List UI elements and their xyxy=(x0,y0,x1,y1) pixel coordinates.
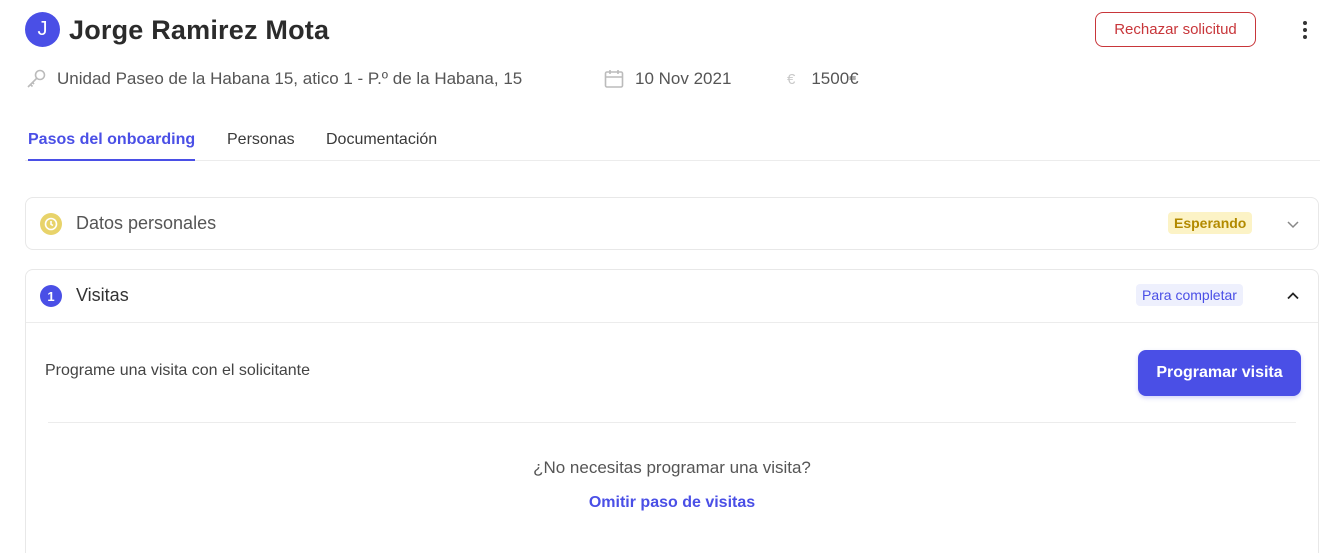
applicant-name: Jorge Ramirez Mota xyxy=(69,15,330,45)
euro-icon: € xyxy=(787,70,796,88)
step-number-badge: 1 xyxy=(40,285,62,307)
skip-visits-container: Omitir paso de visitas xyxy=(26,494,1318,512)
step-card-visits: 1 Visitas Para completar Programe una vi… xyxy=(25,269,1319,553)
step-title: Datos personales xyxy=(76,213,217,233)
chevron-down-icon[interactable] xyxy=(1284,215,1302,233)
divider xyxy=(48,422,1296,423)
step-card-personal-data: Datos personales Esperando xyxy=(25,197,1319,250)
tab-onboarding-steps[interactable]: Pasos del onboarding xyxy=(28,131,196,161)
step-title: Visitas xyxy=(76,285,129,305)
skip-question: ¿No necesitas programar una visita? xyxy=(533,458,811,477)
tab-people[interactable]: Personas xyxy=(227,131,295,161)
visit-schedule-row: Programe una visita con el solicitante P… xyxy=(26,324,1318,422)
step-header-personal-data[interactable]: Datos personales Esperando xyxy=(26,198,1318,251)
avatar: J xyxy=(25,12,60,47)
unit-info: Unidad Paseo de la Habana 15, atico 1 - … xyxy=(25,66,522,92)
date-info: 10 Nov 2021 xyxy=(603,66,731,92)
request-date: 10 Nov 2021 xyxy=(635,69,732,88)
applicant-header: J Jorge Ramirez Mota Rechazar solicitud xyxy=(25,12,1320,48)
status-badge: Esperando xyxy=(1168,212,1253,234)
chevron-up-icon[interactable] xyxy=(1284,287,1302,305)
unit-address: Unidad Paseo de la Habana 15, atico 1 - … xyxy=(57,69,523,88)
request-details: Unidad Paseo de la Habana 15, atico 1 - … xyxy=(25,66,925,92)
skip-visits-link[interactable]: Omitir paso de visitas xyxy=(589,494,755,511)
tab-documentation[interactable]: Documentación xyxy=(326,131,437,161)
vertical-dots-icon[interactable] xyxy=(1295,17,1315,43)
visit-prompt: Programe una visita con el solicitante xyxy=(45,362,311,379)
request-price: 1500€ xyxy=(811,69,859,88)
price-info: € 1500€ xyxy=(787,66,859,92)
reject-request-button[interactable]: Rechazar solicitud xyxy=(1095,12,1256,47)
status-badge: Para completar xyxy=(1136,284,1243,306)
schedule-visit-button[interactable]: Programar visita xyxy=(1138,350,1301,396)
clock-icon xyxy=(40,213,62,235)
tab-bar: Pasos del onboarding Personas Documentac… xyxy=(25,126,1320,161)
step-header-visits[interactable]: 1 Visitas Para completar xyxy=(26,270,1318,323)
calendar-icon xyxy=(603,68,625,90)
key-icon xyxy=(25,68,47,90)
